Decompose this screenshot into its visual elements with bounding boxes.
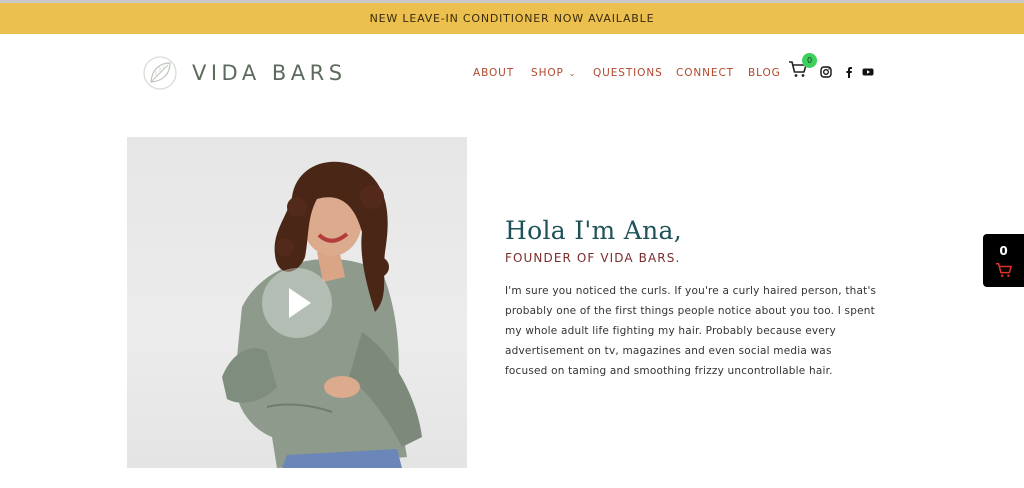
- nav-about[interactable]: ABOUT: [473, 67, 514, 79]
- play-video-button[interactable]: [262, 268, 332, 338]
- hero-bio: I'm sure you noticed the curls. If you'r…: [505, 285, 877, 377]
- nav-shop-label: SHOP: [531, 67, 564, 79]
- cart-count-badge: 0: [802, 53, 817, 68]
- nav-questions[interactable]: QUESTIONS: [593, 67, 663, 79]
- header-cart-button[interactable]: 0: [788, 53, 817, 82]
- brand-logo[interactable]: VIDA BARS: [142, 55, 347, 91]
- play-icon: [289, 288, 311, 318]
- announcement-bar: NEW LEAVE-IN CONDITIONER NOW AVAILABLE: [0, 3, 1024, 34]
- floating-cart-button[interactable]: 0: [983, 234, 1024, 287]
- nav-shop[interactable]: SHOP ⌄: [531, 67, 576, 79]
- nav-blog[interactable]: BLOG: [748, 67, 781, 79]
- hero-heading: Hola I'm Ana,: [505, 216, 683, 245]
- nav-connect[interactable]: CONNECT: [676, 67, 734, 79]
- floating-cart-count: 0: [999, 243, 1008, 258]
- youtube-icon[interactable]: [862, 66, 874, 78]
- instagram-icon[interactable]: [820, 66, 832, 78]
- chevron-down-icon: ⌄: [568, 68, 577, 78]
- announcement-text: NEW LEAVE-IN CONDITIONER NOW AVAILABLE: [369, 12, 655, 25]
- cart-icon: [995, 262, 1012, 277]
- leaf-icon: [143, 56, 177, 90]
- brand-name: VIDA BARS: [192, 61, 347, 85]
- facebook-icon[interactable]: [843, 66, 855, 78]
- hero-subheading: FOUNDER OF VIDA BARS.: [505, 251, 681, 265]
